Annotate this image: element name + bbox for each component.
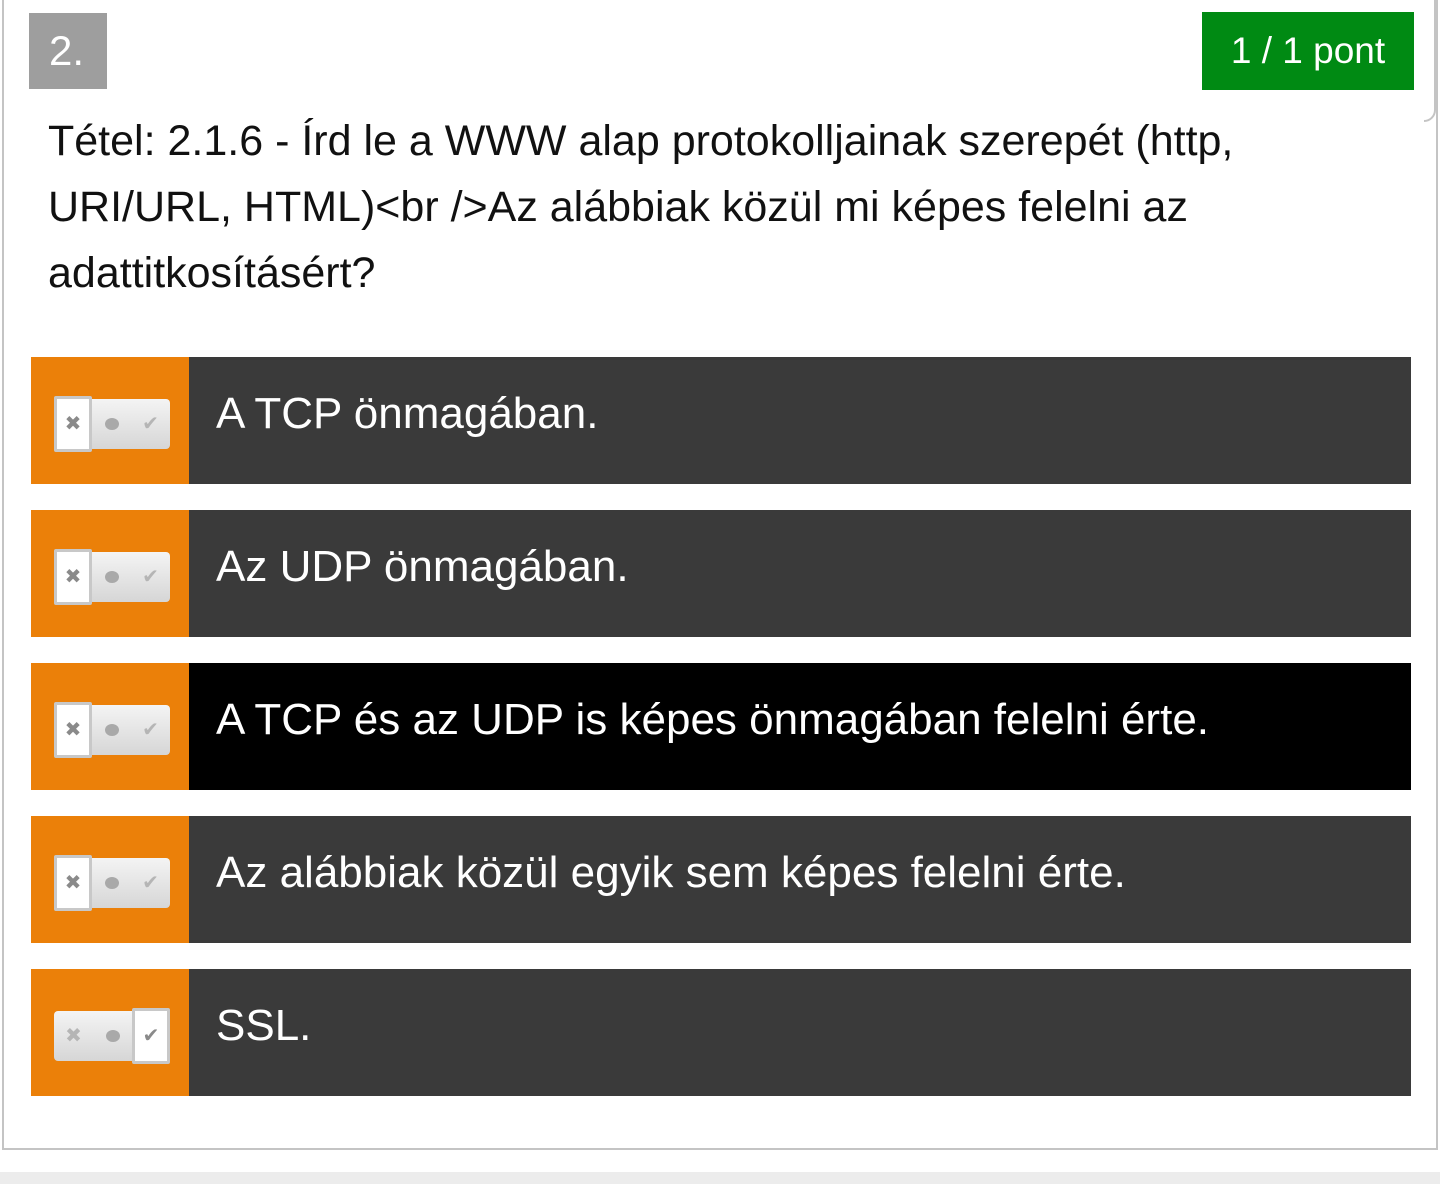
check-icon[interactable]: ✔ bbox=[131, 858, 170, 908]
check-icon[interactable]: ✔ bbox=[131, 552, 170, 602]
card-corner bbox=[1424, 0, 1436, 122]
answer-option-3[interactable]: ✖ ✔ A TCP és az UDP is képes önmagában f… bbox=[31, 663, 1411, 790]
answer-option-1[interactable]: ✖ ✔ A TCP önmagában. bbox=[31, 357, 1411, 484]
next-card-edge bbox=[0, 1172, 1440, 1184]
answer-marker: ✖ ✔ bbox=[31, 969, 189, 1096]
neutral-icon[interactable] bbox=[92, 858, 131, 908]
neutral-icon[interactable] bbox=[92, 705, 131, 755]
answer-label: A TCP önmagában. bbox=[189, 357, 1411, 484]
tri-state-toggle[interactable]: ✖ ✔ bbox=[54, 701, 170, 758]
answer-label: SSL. bbox=[189, 969, 1411, 1096]
wrong-icon[interactable]: ✖ bbox=[54, 1011, 93, 1061]
wrong-icon[interactable]: ✖ bbox=[54, 854, 92, 911]
tri-state-toggle[interactable]: ✖ ✔ bbox=[54, 395, 170, 452]
question-text: Tétel: 2.1.6 - Írd le a WWW alap protoko… bbox=[48, 117, 1234, 297]
tri-state-toggle[interactable]: ✖ ✔ bbox=[54, 548, 170, 605]
wrong-icon[interactable]: ✖ bbox=[54, 548, 92, 605]
answer-marker: ✖ ✔ bbox=[31, 816, 189, 943]
wrong-icon[interactable]: ✖ bbox=[54, 395, 92, 452]
answer-marker: ✖ ✔ bbox=[31, 510, 189, 637]
answer-label: Az UDP önmagában. bbox=[189, 510, 1411, 637]
answer-label: Az alábbiak közül egyik sem képes feleln… bbox=[189, 816, 1411, 943]
neutral-icon[interactable] bbox=[92, 399, 131, 449]
answer-option-2[interactable]: ✖ ✔ Az UDP önmagában. bbox=[31, 510, 1411, 637]
check-icon[interactable]: ✔ bbox=[131, 705, 170, 755]
answer-option-4[interactable]: ✖ ✔ Az alábbiak közül egyik sem képes fe… bbox=[31, 816, 1411, 943]
check-icon[interactable]: ✔ bbox=[132, 1007, 170, 1064]
answer-marker: ✖ ✔ bbox=[31, 663, 189, 790]
wrong-icon[interactable]: ✖ bbox=[54, 701, 92, 758]
tri-state-toggle[interactable]: ✖ ✔ bbox=[54, 1007, 170, 1064]
neutral-icon[interactable] bbox=[93, 1011, 132, 1061]
question-number-badge: 2. bbox=[29, 13, 107, 89]
tri-state-toggle[interactable]: ✖ ✔ bbox=[54, 854, 170, 911]
answer-label: A TCP és az UDP is képes önmagában felel… bbox=[189, 663, 1411, 790]
neutral-icon[interactable] bbox=[92, 552, 131, 602]
score-badge: 1 / 1 pont bbox=[1202, 12, 1414, 90]
check-icon[interactable]: ✔ bbox=[131, 399, 170, 449]
answer-option-5[interactable]: ✖ ✔ SSL. bbox=[31, 969, 1411, 1096]
answer-marker: ✖ ✔ bbox=[31, 357, 189, 484]
